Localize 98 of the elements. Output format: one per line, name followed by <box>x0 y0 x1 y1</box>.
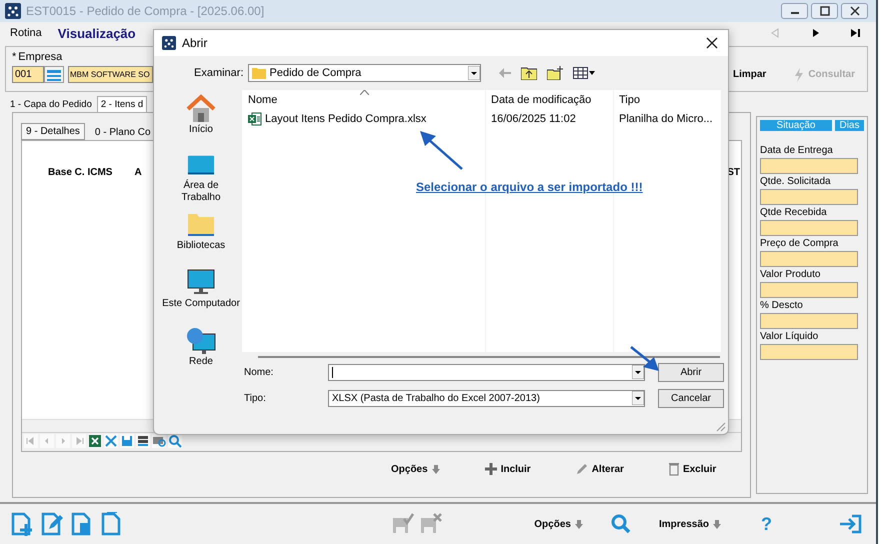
dropdown-icon <box>632 391 644 405</box>
sort-icon <box>360 90 369 95</box>
app-icon <box>5 3 21 19</box>
place-item[interactable]: Este Computador <box>162 268 240 320</box>
cancel-button[interactable]: Cancelar <box>658 388 724 408</box>
tab[interactable]: 9 - Detalhes <box>21 123 85 140</box>
input-field[interactable] <box>760 189 858 205</box>
file-type: Planilha do Micro... <box>618 113 714 125</box>
add-button[interactable]: Incluir <box>484 463 531 475</box>
field-label: Data de Entrega <box>760 145 834 158</box>
tab[interactable]: 1 - Capa do Pedido <box>7 97 95 112</box>
trash-icon <box>668 462 679 476</box>
close-icon <box>850 6 860 16</box>
exit-icon[interactable] <box>840 514 862 534</box>
field-label: % Descto <box>760 300 804 313</box>
spreadsheet-icon[interactable] <box>88 434 102 448</box>
down-arrow-icon <box>574 520 583 528</box>
place-item[interactable]: Bibliotecas <box>162 210 240 262</box>
tab[interactable]: 0 - Plano Co <box>90 125 155 140</box>
input-field[interactable] <box>760 158 858 174</box>
field-label: Preço de Compra <box>760 238 840 251</box>
search-icon[interactable] <box>168 434 182 448</box>
back-icon[interactable] <box>498 68 511 78</box>
dialog-title: Abrir <box>182 36 208 50</box>
close-icon[interactable] <box>706 37 718 49</box>
field-label: Qtde. Solicitada <box>760 176 832 189</box>
options-menu[interactable]: Opções <box>391 464 440 474</box>
column-header[interactable]: Tipo <box>613 94 721 106</box>
app-icon <box>162 36 176 50</box>
window-title: EST0015 - Pedido de Compra - [2025.06.00] <box>26 4 264 18</box>
delete-button[interactable]: Excluir <box>668 462 716 476</box>
file-date: 16/06/2025 11:02 <box>490 113 577 125</box>
pencil-icon <box>576 463 588 475</box>
file-type-dropdown[interactable]: XLSX (Pasta de Trabalho do Excel 2007-2013) <box>328 390 645 406</box>
annotation-text: Selecionar o arquivo a ser importado !!! <box>416 180 643 194</box>
house-icon <box>185 94 217 124</box>
spreadsheet-icon <box>248 112 262 126</box>
column-header[interactable]: A <box>134 167 142 183</box>
menu-item[interactable]: Visualização <box>58 26 136 40</box>
file-name: Layout Itens Pedido Compra.xlsx <box>265 113 426 125</box>
dropdown-icon <box>632 365 644 379</box>
new-document-icon[interactable] <box>10 512 34 536</box>
network-icon <box>185 326 217 356</box>
open-button[interactable]: Abrir <box>658 362 724 382</box>
required-mark: * <box>12 51 16 63</box>
close-button[interactable] <box>841 3 868 19</box>
place-item[interactable]: Início <box>162 94 240 146</box>
up-folder-icon[interactable] <box>520 66 537 80</box>
first-icon[interactable] <box>24 434 38 448</box>
lightning-icon <box>794 68 804 82</box>
menu-item[interactable]: Rotina <box>10 27 42 39</box>
field-label: Qtde Recebida <box>760 207 828 220</box>
field-label: Tipo: <box>244 392 267 404</box>
plus-icon <box>484 463 497 475</box>
field-label: Valor Líquido <box>760 331 820 344</box>
file-row[interactable]: Layout Itens Pedido Compra.xlsx 16/06/2025 11:02 Planilha do Micro... <box>242 110 721 128</box>
database-icon[interactable] <box>136 434 150 448</box>
maximize-button[interactable] <box>811 3 838 19</box>
new-folder-icon[interactable] <box>546 66 563 80</box>
company-code-field[interactable]: 001 <box>12 66 44 83</box>
place-item[interactable]: Área de Trabalho <box>162 152 240 204</box>
company-name-field[interactable]: MBM SOFTWARE SO <box>68 66 153 83</box>
view-menu-icon[interactable] <box>572 67 595 79</box>
dropdown-icon <box>468 66 480 80</box>
column-header[interactable]: Base C. ICMS <box>48 167 112 183</box>
menu-button[interactable]: Impressão <box>658 518 721 530</box>
place-item[interactable]: Rede <box>162 326 240 378</box>
down-arrow-icon <box>432 464 440 474</box>
folder-icon <box>252 67 266 79</box>
input-field[interactable] <box>760 220 858 236</box>
resize-grip-icon[interactable] <box>716 422 726 432</box>
list-icon <box>47 68 61 80</box>
field-label: Nome: <box>244 366 274 378</box>
input-field[interactable] <box>760 344 858 360</box>
arrow <box>420 131 463 170</box>
down-arrow-icon <box>713 520 721 528</box>
edit-document-icon[interactable] <box>40 512 64 536</box>
field-label: Empresa <box>18 51 62 63</box>
arrow <box>630 346 659 371</box>
input-field[interactable] <box>760 313 858 329</box>
folder-dropdown[interactable]: Pedido de Compra <box>248 64 481 82</box>
file-name-field[interactable] <box>328 364 645 380</box>
field-label: Valor Produto <box>760 269 822 282</box>
search-icon[interactable] <box>610 514 631 534</box>
maximize-icon <box>820 6 830 16</box>
minimize-button[interactable] <box>781 3 808 19</box>
tab[interactable]: 2 - Itens d <box>96 96 148 112</box>
menu-button[interactable]: Opções <box>534 518 583 530</box>
edit-button[interactable]: Alterar <box>576 463 624 475</box>
input-field[interactable] <box>760 251 858 267</box>
clear-button[interactable]: Limpar <box>732 68 766 82</box>
lookup-button[interactable] <box>44 66 64 83</box>
field-label: Examinar: <box>194 67 244 79</box>
input-field[interactable] <box>760 282 858 298</box>
last-icon[interactable] <box>850 28 862 38</box>
column-header[interactable]: Nome <box>242 94 485 106</box>
column-header[interactable]: Data de modificação <box>485 94 613 106</box>
previous-icon[interactable] <box>40 434 54 448</box>
